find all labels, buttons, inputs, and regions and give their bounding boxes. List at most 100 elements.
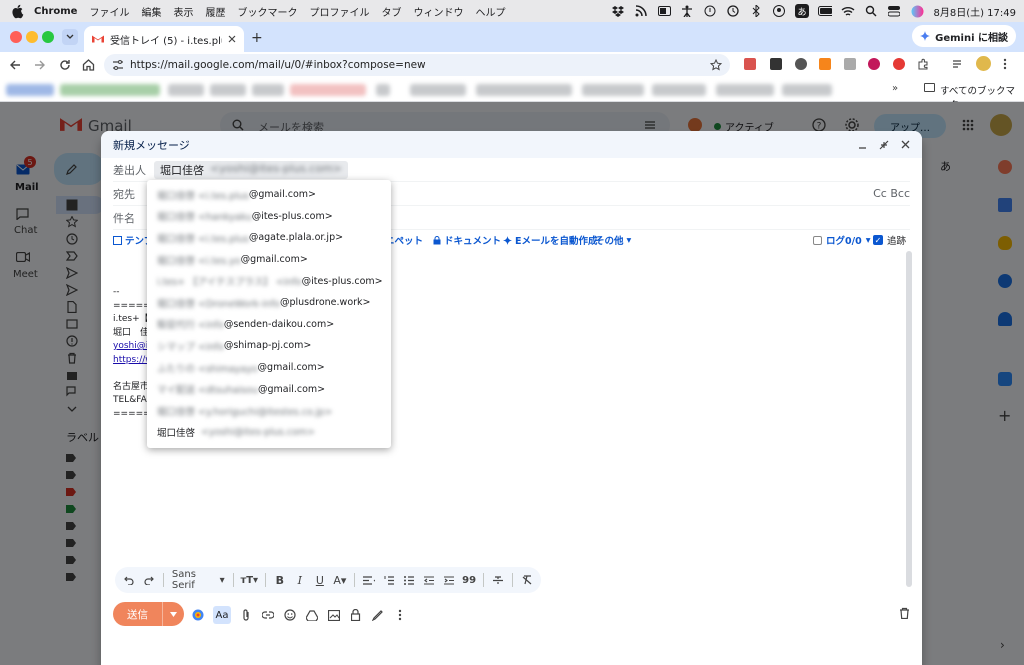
- address-option[interactable]: ふたりの <shimayayo @gmail.com>: [147, 357, 391, 379]
- minimize-window-button[interactable]: [26, 31, 38, 43]
- close-window-button[interactable]: [10, 31, 22, 43]
- music-icon[interactable]: [703, 4, 717, 18]
- bookmark-item[interactable]: [210, 84, 246, 96]
- bookmark-item[interactable]: [6, 84, 54, 96]
- emoji-icon[interactable]: [283, 608, 297, 622]
- address-option[interactable]: 販促代行 <info @senden-daikou.com>: [147, 314, 391, 336]
- font-size-icon[interactable]: тT▾: [240, 572, 258, 588]
- log-checkbox[interactable]: [813, 235, 822, 245]
- site-settings-icon[interactable]: [112, 59, 124, 71]
- address-option[interactable]: 堀口佳啓 <DroneWork-info @plusdrone.work>: [147, 292, 391, 314]
- browser-menu-icon[interactable]: [1003, 58, 1007, 70]
- metamask-icon[interactable]: [819, 58, 831, 70]
- insert-photo-icon[interactable]: [327, 608, 341, 622]
- tab-search-button[interactable]: [62, 29, 78, 45]
- log-toggle[interactable]: ログ0/0 ▾: [813, 233, 870, 247]
- spotlight-icon[interactable]: [864, 4, 878, 18]
- indent-more-icon[interactable]: [443, 572, 455, 588]
- menu-help[interactable]: ヘルプ: [475, 4, 505, 19]
- document-button[interactable]: ドキュメント: [433, 233, 501, 247]
- menu-app-name[interactable]: Chrome: [34, 6, 77, 17]
- send-button[interactable]: 送信: [113, 607, 162, 622]
- bookmark-item[interactable]: [410, 84, 466, 96]
- more-options-icon[interactable]: [393, 608, 407, 622]
- battery-monitor-icon[interactable]: [657, 4, 671, 18]
- text-color-icon[interactable]: A▾: [333, 572, 346, 588]
- menu-window[interactable]: ウィンドウ: [413, 4, 463, 19]
- zoom-window-button[interactable]: [42, 31, 54, 43]
- bookmark-item[interactable]: [252, 84, 284, 96]
- address-bar[interactable]: https://mail.google.com/mail/u/0/#inbox?…: [104, 54, 730, 76]
- address-option[interactable]: 堀口佳啓 <y.horiguchi@itestes.co.jp>: [147, 400, 391, 422]
- reload-icon[interactable]: [59, 59, 71, 71]
- bookmark-item[interactable]: [168, 84, 204, 96]
- siri-icon[interactable]: [910, 4, 924, 18]
- dropbox-icon[interactable]: [611, 4, 625, 18]
- apple-icon[interactable]: [10, 3, 26, 19]
- rss-icon[interactable]: [634, 4, 648, 18]
- drive-icon[interactable]: [305, 608, 319, 622]
- exit-fullscreen-icon[interactable]: [879, 140, 889, 150]
- minimize-icon[interactable]: [858, 140, 867, 149]
- gemini-button[interactable]: Gemini に相談: [912, 25, 1016, 47]
- home-icon[interactable]: [82, 58, 95, 71]
- bookmark-item[interactable]: [476, 84, 572, 96]
- bulleted-list-icon[interactable]: [403, 572, 415, 588]
- address-option[interactable]: i.tes+ 【アイテスプラス】 <info @ites-plus.com>: [147, 270, 391, 292]
- underline-icon[interactable]: U: [314, 572, 326, 588]
- bookmark-star-icon[interactable]: [710, 59, 722, 71]
- other-menu-button[interactable]: その他 ▾: [595, 233, 631, 248]
- bookmark-item[interactable]: [290, 84, 366, 96]
- user-icon[interactable]: [772, 4, 786, 18]
- discard-draft-trash-icon[interactable]: [899, 607, 910, 619]
- cc-bcc-toggle[interactable]: Cc Bcc: [873, 187, 910, 200]
- bookmark-item[interactable]: [582, 84, 644, 96]
- track-toggle[interactable]: ✓ 追跡: [873, 233, 906, 247]
- address-option[interactable]: 堀口佳啓 <yoshi@ites-plus.com>: [147, 422, 391, 444]
- close-tab-icon[interactable]: [228, 35, 236, 43]
- extension-5-icon[interactable]: [844, 58, 856, 70]
- tab-gmail-inbox[interactable]: 受信トレイ (5) - i.tes.plus@gm: [84, 26, 244, 52]
- address-option[interactable]: 堀口佳啓 <i.tes.yo @gmail.com>: [147, 249, 391, 271]
- address-option[interactable]: 堀口佳啓 <hankyaku @ites-plus.com>: [147, 206, 391, 228]
- battery-icon[interactable]: [818, 4, 833, 18]
- extension-6-icon[interactable]: [868, 58, 880, 70]
- align-icon[interactable]: [362, 572, 376, 588]
- control-center-icon[interactable]: [887, 4, 901, 18]
- reading-list-icon[interactable]: [952, 58, 964, 70]
- schedule-send-dropdown[interactable]: [162, 602, 184, 626]
- from-selector[interactable]: 堀口佳啓 <yoshi@ites-plus.com>: [154, 160, 348, 179]
- font-family-select[interactable]: Sans Serif ▾: [172, 569, 225, 591]
- input-method-icon[interactable]: あ: [795, 4, 810, 18]
- track-checkbox-checked-icon[interactable]: ✓: [873, 235, 883, 245]
- menu-tab[interactable]: タブ: [381, 4, 401, 19]
- bluetooth-icon[interactable]: [749, 4, 763, 18]
- insert-link-icon[interactable]: [261, 608, 275, 622]
- extension-3-icon[interactable]: [795, 58, 807, 70]
- close-compose-icon[interactable]: [901, 140, 910, 149]
- time-machine-icon[interactable]: [726, 4, 740, 18]
- compose-header[interactable]: 新規メッセージ: [101, 131, 922, 158]
- address-option[interactable]: マイ配送 <dtsuhaisou @gmail.com>: [147, 378, 391, 400]
- numbered-list-icon[interactable]: [383, 572, 395, 588]
- more-bookmarks-chevron-icon[interactable]: »: [892, 83, 898, 94]
- body-scrollbar[interactable]: [906, 251, 912, 587]
- new-tab-button[interactable]: +: [251, 30, 263, 46]
- bookmark-item[interactable]: [782, 84, 832, 96]
- extension-7-icon[interactable]: [893, 58, 905, 70]
- auto-email-button[interactable]: Eメールを自動作成: [503, 233, 598, 247]
- menu-view[interactable]: 表示: [173, 4, 193, 19]
- bookmark-item[interactable]: [652, 84, 706, 96]
- formatting-options-icon[interactable]: Aa: [213, 606, 231, 624]
- indent-less-icon[interactable]: [423, 572, 435, 588]
- back-icon[interactable]: [9, 59, 21, 71]
- menu-edit[interactable]: 編集: [141, 4, 161, 19]
- quote-icon[interactable]: 99: [462, 572, 476, 588]
- color-picker-icon[interactable]: [191, 608, 205, 622]
- remove-formatting-icon[interactable]: [521, 572, 533, 588]
- strikethrough-icon[interactable]: [492, 572, 504, 588]
- extensions-puzzle-icon[interactable]: [917, 58, 929, 70]
- accessibility-icon[interactable]: [680, 4, 694, 18]
- address-option[interactable]: 堀口佳啓 <i.tes.plus @gmail.com>: [147, 184, 391, 206]
- address-option[interactable]: 堀口佳啓 <i.tes.plus @agate.plala.or.jp>: [147, 227, 391, 249]
